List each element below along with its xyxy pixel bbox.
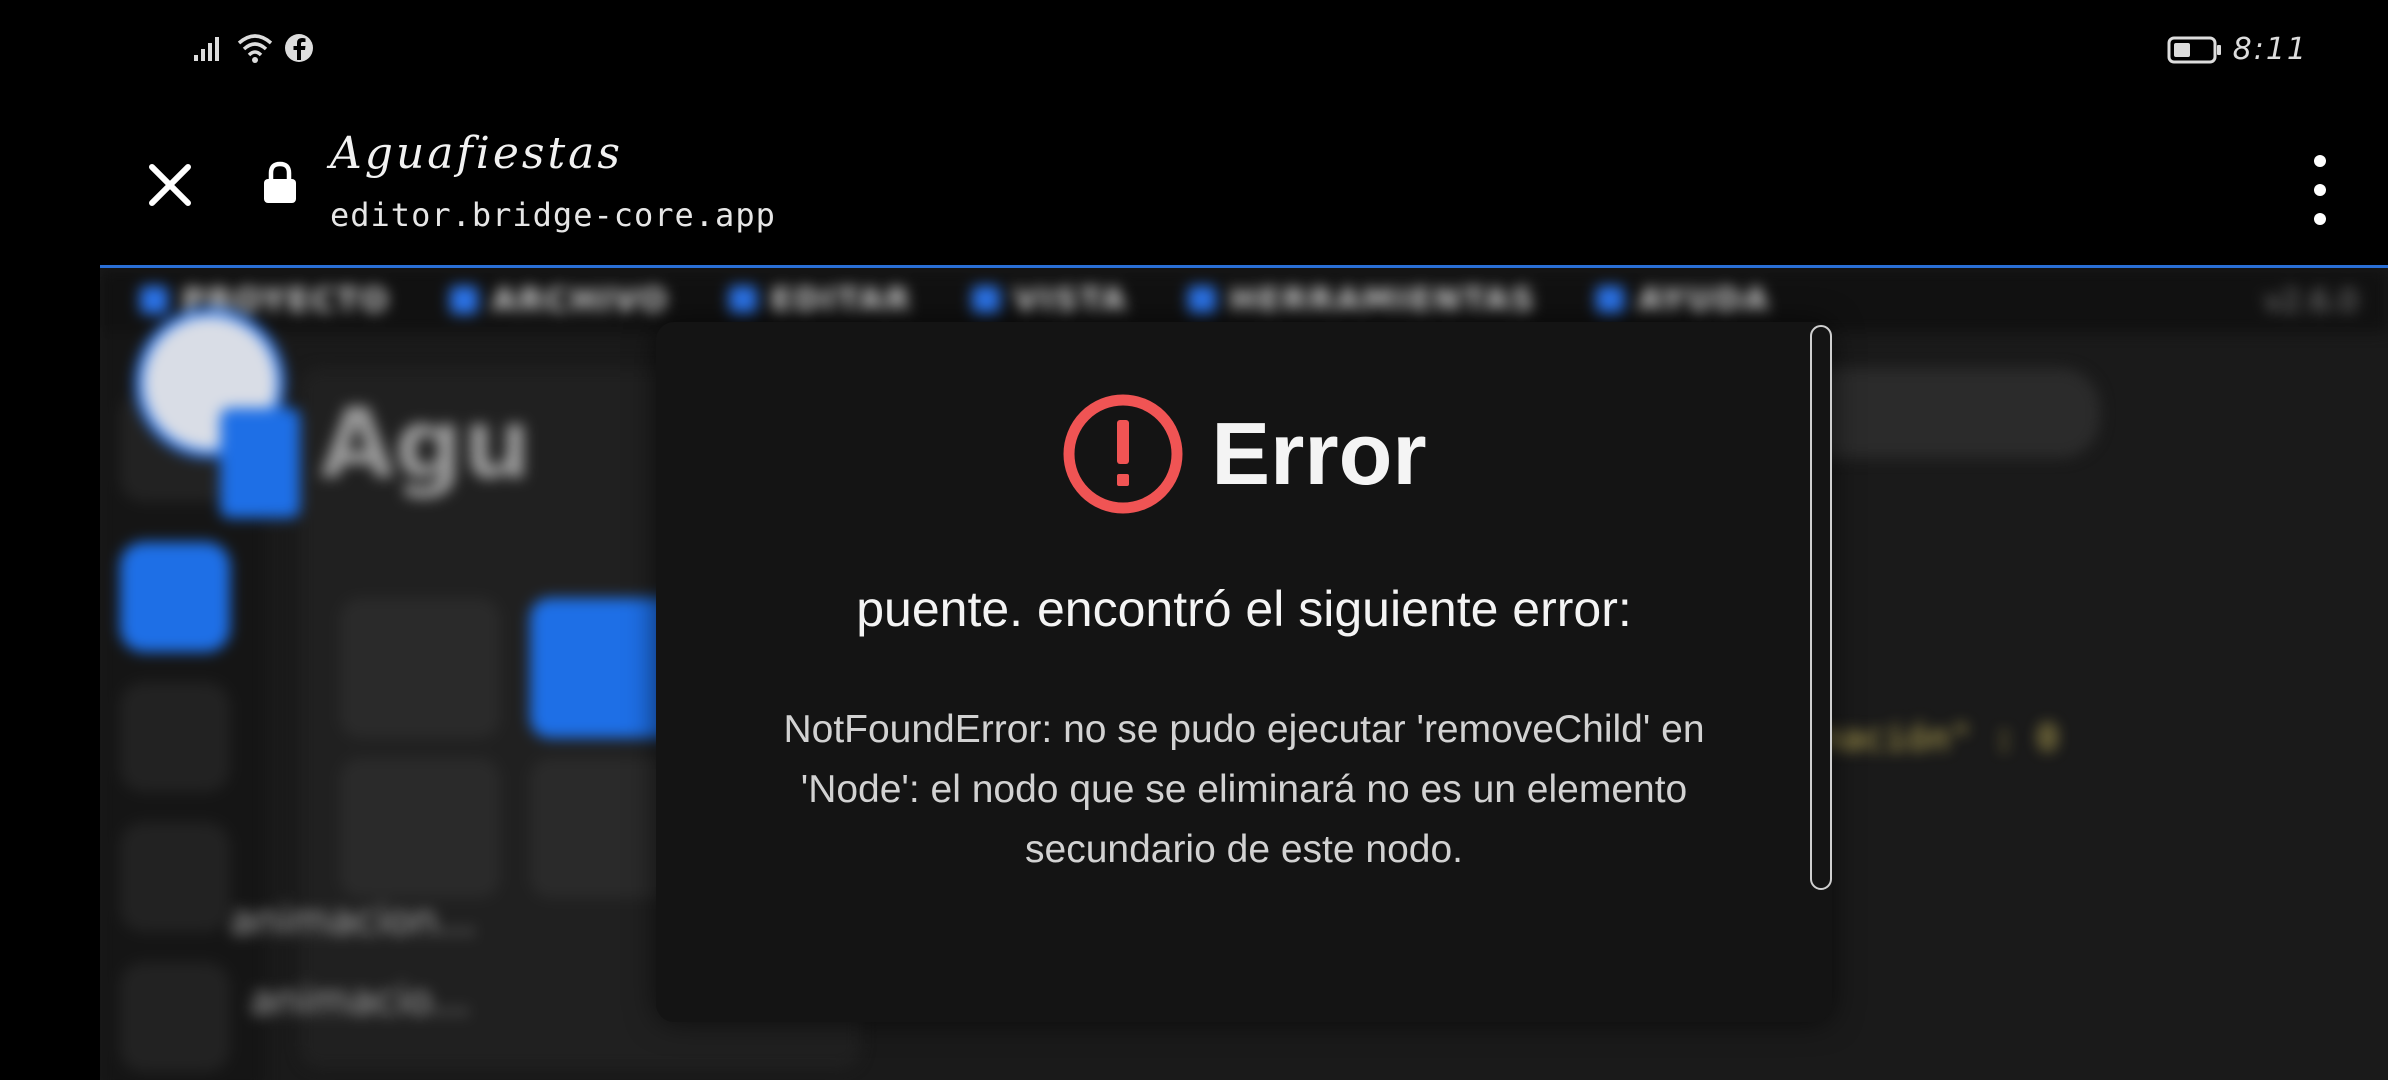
dialog-title: Error (1211, 404, 1427, 503)
error-dialog: Error puente. encontró el siguiente erro… (656, 322, 1832, 1022)
status-time: 8:11 (2232, 32, 2308, 67)
rail-search-file-icon (120, 682, 230, 792)
more-vertical-icon (2314, 155, 2326, 167)
menu-proyecto: PROYECTO (140, 281, 390, 319)
project-icon (140, 286, 168, 314)
pencil-icon (728, 286, 757, 314)
project-name: Agu (320, 388, 532, 500)
lock-icon[interactable] (262, 160, 298, 208)
code-fragment: nación" : 0 (1820, 718, 2059, 759)
dialog-header: Error (656, 392, 1832, 516)
tool-wrench-tile (340, 598, 500, 738)
tree-item: animacion... (230, 898, 476, 944)
signal-icon (194, 37, 219, 61)
close-icon (149, 164, 191, 206)
menu-archivo: ARCHIVO (449, 281, 669, 319)
wifi-icon (237, 34, 273, 63)
tree-item: animacio... (250, 978, 470, 1024)
menu-ayuda: AYUDA (1595, 281, 1770, 319)
status-icons-right: 8:11 (2167, 32, 2308, 67)
dialog-message: NotFoundError: no se pudo ejecutar 'remo… (783, 708, 1705, 871)
help-icon (1595, 286, 1624, 314)
error-circle-icon (1063, 394, 1183, 514)
dialog-subtitle: puente. encontró el siguiente error: (856, 581, 1632, 637)
eye-icon (971, 286, 1000, 314)
rail-folder-icon (120, 542, 230, 652)
rail-puzzle-icon (120, 962, 230, 1072)
browser-toolbar: Aguafiestas editor.bridge-core.app (0, 100, 2388, 265)
bridge-logo-icon (220, 408, 300, 518)
more-options-button[interactable] (2300, 155, 2340, 225)
menu-editar: EDITAR (728, 281, 912, 319)
page-title: Aguafiestas (330, 128, 623, 179)
rail-export-icon (120, 822, 230, 932)
editor-version: v2.6.0 (2263, 284, 2358, 319)
page-url[interactable]: editor.bridge-core.app (330, 196, 776, 234)
wrench-icon (1187, 286, 1216, 314)
battery-icon (2167, 36, 2221, 63)
facebook-icon (285, 34, 313, 62)
status-icons-left (192, 32, 314, 64)
status-bar: 8:11 (0, 0, 2388, 100)
tool-package-tile (340, 758, 500, 898)
close-tab-button[interactable] (140, 155, 200, 215)
menu-vista: VISTA (971, 281, 1128, 319)
file-icon (449, 286, 478, 314)
menu-herramientas: HERRAMIENTAS (1187, 281, 1536, 319)
